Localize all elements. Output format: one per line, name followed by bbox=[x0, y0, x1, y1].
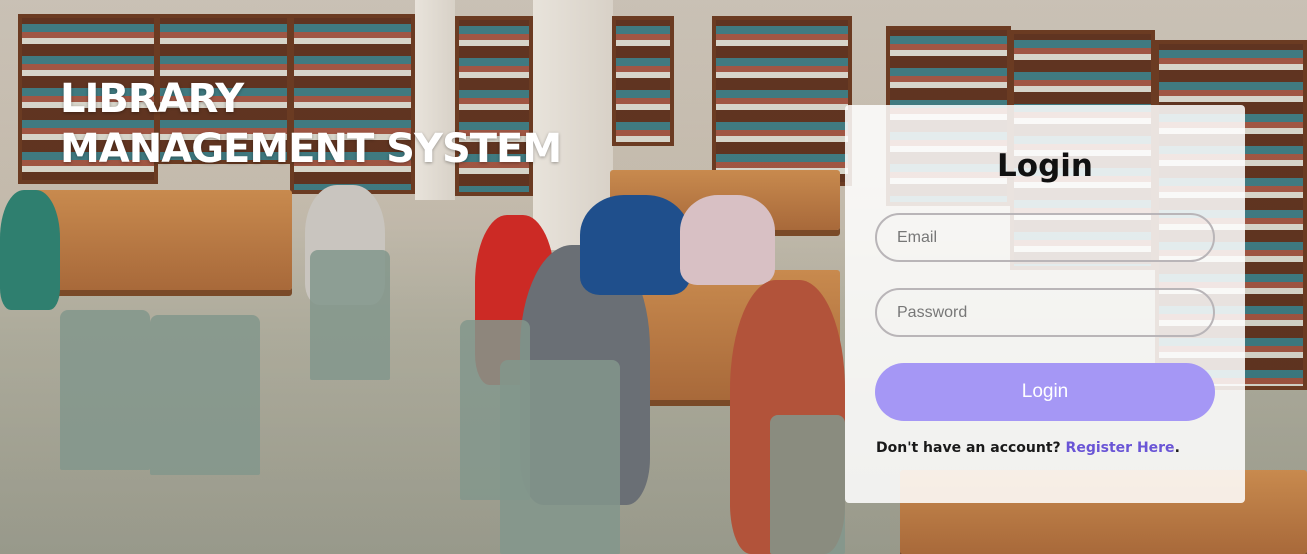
register-prompt: Don't have an account? Register Here. bbox=[876, 440, 1180, 456]
register-suffix: . bbox=[1174, 440, 1180, 456]
chair bbox=[60, 310, 150, 470]
login-button[interactable]: Login bbox=[875, 363, 1215, 421]
page-title: LIBRARY MANAGEMENT SYSTEM bbox=[60, 74, 562, 174]
email-input[interactable] bbox=[875, 213, 1215, 262]
person bbox=[680, 195, 775, 285]
page-title-line1: LIBRARY bbox=[60, 76, 244, 122]
bookshelf bbox=[612, 16, 674, 146]
chair bbox=[310, 250, 390, 380]
chair bbox=[770, 415, 845, 554]
bookshelf bbox=[712, 16, 852, 186]
chair bbox=[150, 315, 260, 475]
person bbox=[0, 190, 60, 310]
chair bbox=[500, 360, 620, 554]
password-input[interactable] bbox=[875, 288, 1215, 337]
login-title: Login bbox=[997, 148, 1093, 184]
register-prompt-text: Don't have an account? bbox=[876, 440, 1066, 456]
person bbox=[580, 195, 690, 295]
register-link[interactable]: Register Here bbox=[1066, 440, 1175, 456]
page-title-line2: MANAGEMENT SYSTEM bbox=[60, 126, 562, 172]
reading-table bbox=[30, 190, 292, 290]
